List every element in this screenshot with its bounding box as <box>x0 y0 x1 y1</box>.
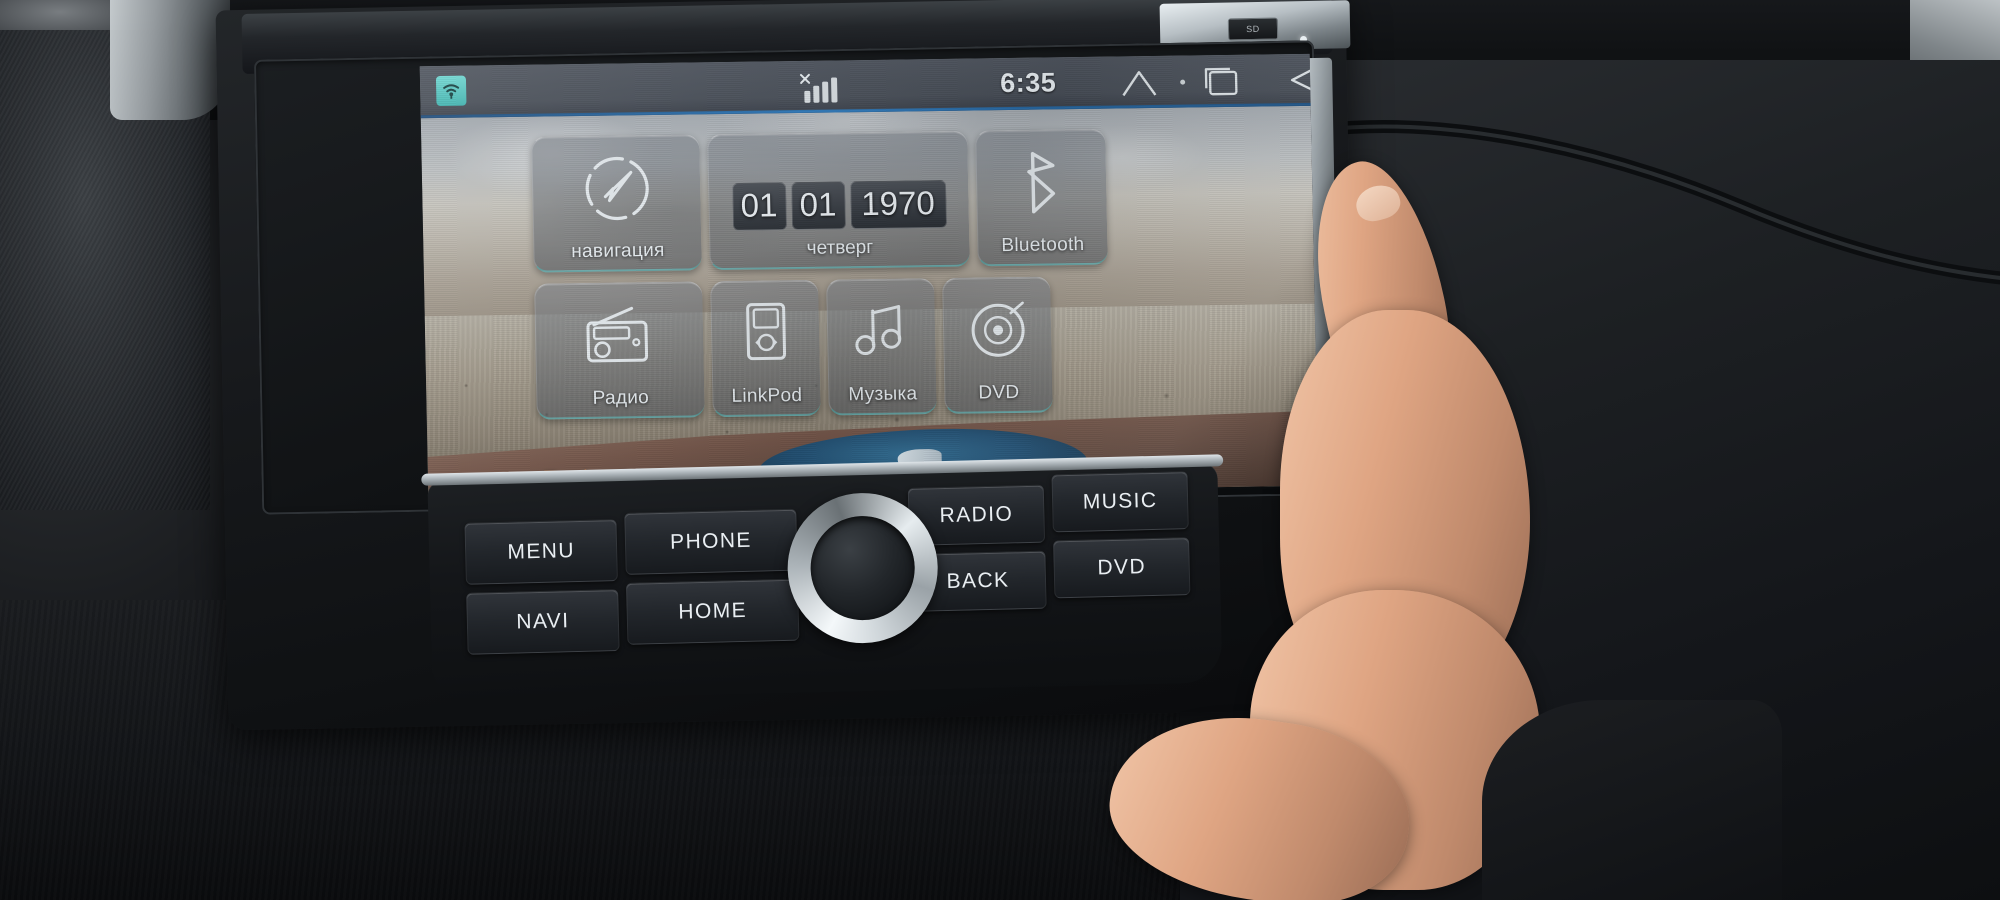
tile-linkpod[interactable]: LinkPod <box>710 279 821 418</box>
date-year-box: 1970 <box>849 179 947 230</box>
hw-button-dvd[interactable]: DVD <box>1053 537 1191 599</box>
cellular-signal-bars-no-service-icon <box>796 72 847 105</box>
a-pillar-trim <box>110 0 230 120</box>
tile-label: Радио <box>592 387 650 409</box>
home-tile-grid: навигация 01 01 1970 четверг Bluetooth Р… <box>531 127 1217 436</box>
home-icon[interactable] <box>1120 67 1159 103</box>
linkpod-device-icon <box>738 281 794 386</box>
disc-icon <box>966 278 1030 383</box>
tile-label: Bluetooth <box>1001 233 1085 257</box>
tile-music[interactable]: Музыка <box>826 278 937 416</box>
tile-radio[interactable]: Радио <box>534 281 705 420</box>
hw-button-music[interactable]: MUSIC <box>1051 471 1189 533</box>
bluetooth-icon <box>1014 130 1070 235</box>
tile-label: четверг <box>806 236 874 259</box>
hw-button-home[interactable]: HOME <box>625 578 800 645</box>
tile-date[interactable]: 01 01 1970 четверг <box>707 130 970 271</box>
hw-button-phone[interactable]: PHONE <box>624 508 798 575</box>
tile-label: DVD <box>978 381 1020 404</box>
date-month-box: 01 <box>790 181 846 231</box>
separator-dot <box>1180 79 1186 85</box>
hw-button-navi[interactable]: NAVI <box>466 589 620 655</box>
touchscreen-display[interactable]: 6:35 навигация 01 01 1970 четверг Blueto… <box>419 53 1319 499</box>
tile-dvd[interactable]: DVD <box>942 276 1053 414</box>
date-display: 01 01 1970 <box>731 179 947 231</box>
tile-bluetooth[interactable]: Bluetooth <box>975 128 1108 267</box>
sd-card-slot[interactable]: SD <box>1227 17 1279 41</box>
recent-apps-icon[interactable] <box>1200 66 1245 102</box>
date-day-box: 01 <box>731 182 787 231</box>
knob-center[interactable] <box>809 514 916 622</box>
hardware-button-panel: MENU PHONE NAVI HOME RADIO MUSIC BACK DV… <box>421 454 1224 702</box>
hw-button-menu[interactable]: MENU <box>464 519 618 585</box>
tile-label: навигация <box>571 239 665 263</box>
radio-receiver-icon <box>579 283 661 388</box>
tile-navigation[interactable]: навигация <box>531 134 702 273</box>
music-notes-icon <box>850 279 914 384</box>
gps-signal-icon[interactable] <box>435 75 467 107</box>
tile-label: Музыка <box>848 383 918 406</box>
compass-navigation-icon <box>578 136 656 241</box>
clock: 6:35 <box>999 67 1057 99</box>
tile-label: LinkPod <box>731 384 803 407</box>
